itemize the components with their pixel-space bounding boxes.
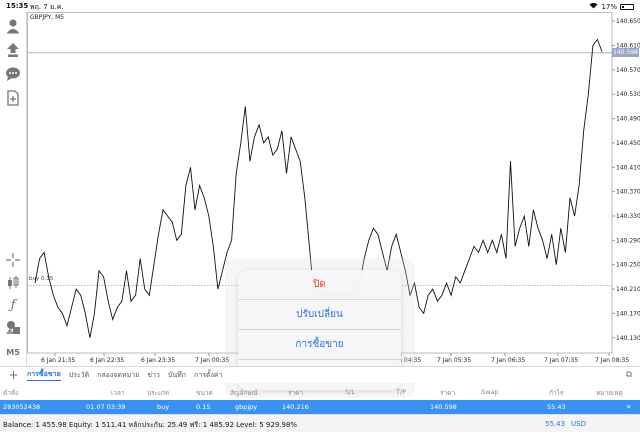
x-tick-label: 6 Jan 22:35 xyxy=(90,357,124,364)
x-tick-label: 7 Jan 07:35 xyxy=(544,357,578,364)
layout-icon[interactable]: ⧉ xyxy=(626,370,632,380)
candles-icon[interactable] xyxy=(3,273,23,293)
col-swap: Swap xyxy=(481,388,499,396)
status-time: 15:35 xyxy=(6,2,29,10)
chat-icon[interactable] xyxy=(3,64,23,84)
status-right: 17% xyxy=(589,2,634,11)
balance-text: Balance: 1 455.98 Equity: 1 511.41 หลักป… xyxy=(3,421,298,429)
current-price-tag: 140.598 xyxy=(612,48,639,58)
cell-size: 0.15 xyxy=(196,403,211,411)
y-tick-label: 140.530 xyxy=(616,91,640,98)
y-tick-label: 140.370 xyxy=(616,189,640,196)
y-tick-label: 140.290 xyxy=(616,237,640,244)
col-type: ประเภท xyxy=(147,389,169,397)
timeframe-button[interactable]: M5 xyxy=(3,342,23,362)
col-symbol: สัญลักษณ์ xyxy=(230,389,258,397)
battery-icon xyxy=(620,3,634,10)
y-tick-label: 140.490 xyxy=(616,116,640,123)
total-profit: 55.43 xyxy=(545,420,566,428)
tab-settings[interactable]: การตั้งค่า xyxy=(194,370,223,381)
orders-table-header: คำสั่ง เวลา ประเภท ขนาด สัญลักษณ์ ราคา S… xyxy=(0,384,640,400)
chart-symbol-title: GBPJPY, M5 xyxy=(30,14,65,21)
trade-button[interactable]: การซื้อขาย xyxy=(238,330,401,360)
y-axis: 140.650140.610140.570140.530140.490140.4… xyxy=(612,18,640,342)
trade-icon[interactable] xyxy=(3,40,23,60)
account-icon[interactable] xyxy=(3,16,23,36)
tab-trade[interactable]: การซื้อขาย xyxy=(27,369,61,381)
tab-history[interactable]: ประวัติ xyxy=(69,370,89,381)
col-open-price: ราคา xyxy=(288,389,304,397)
crosshair-icon[interactable] xyxy=(3,250,23,270)
cell-type: buy xyxy=(157,403,170,411)
close-order-icon[interactable]: ✕ xyxy=(626,403,631,411)
y-tick-label: 140.250 xyxy=(616,262,640,269)
tab-journal[interactable]: บันทึก xyxy=(168,370,186,381)
modify-position-button[interactable]: ปรับเปลี่ยน xyxy=(238,300,401,330)
tab-mailbox[interactable]: กล่องจดหมาย xyxy=(97,370,139,381)
y-tick-label: 140.130 xyxy=(616,335,640,342)
wifi-icon xyxy=(589,2,598,11)
cell-symbol: gbpjpy xyxy=(235,403,258,411)
function-icon[interactable]: ƒ xyxy=(3,295,23,315)
x-tick-label: 6 Jan 23:35 xyxy=(141,357,175,364)
table-row[interactable]: 283052438 01.07 03:39 buy 0.15 gbpjpy 14… xyxy=(0,400,640,414)
y-tick-label: 140.210 xyxy=(616,286,640,293)
battery-percent: 17% xyxy=(601,2,617,11)
col-order: คำสั่ง xyxy=(3,389,19,397)
cell-order: 283052438 xyxy=(3,403,41,411)
col-profit: กำไร xyxy=(549,389,564,397)
y-tick-label: 140.450 xyxy=(616,140,640,147)
col-comment: หมายเหตุ xyxy=(596,389,623,397)
cell-open-price: 140.216 xyxy=(282,403,309,411)
x-tick-label: 6 Jan 21:35 xyxy=(41,357,75,364)
account-summary: Balance: 1 455.98 Equity: 1 511.41 หลักป… xyxy=(0,414,640,432)
y-tick-label: 140.410 xyxy=(616,164,640,171)
col-sl: S/L xyxy=(345,388,355,396)
cell-time: 01.07 03:39 xyxy=(86,403,126,411)
y-tick-label: 140.650 xyxy=(616,18,640,25)
x-tick-label: 7 Jan 08:35 xyxy=(595,357,629,364)
col-time: เวลา xyxy=(111,389,125,397)
col-tp: T/P xyxy=(396,388,407,396)
objects-icon[interactable] xyxy=(3,317,23,337)
x-tick-label: 7 Jan 06:35 xyxy=(491,357,525,364)
y-tick-label: 140.330 xyxy=(616,213,640,220)
tab-news[interactable]: ข่าว xyxy=(147,370,160,381)
add-icon[interactable]: + xyxy=(0,368,27,382)
cell-profit: 55.43 xyxy=(547,403,566,411)
add-document-icon[interactable] xyxy=(3,88,23,108)
col-price: ราคา xyxy=(440,389,456,397)
position-label: buy 0.15 xyxy=(29,276,54,283)
close-position-button[interactable]: ปิด xyxy=(238,270,401,300)
col-size: ขนาด xyxy=(196,389,213,397)
terminal-tabs: + การซื้อขาย ประวัติ กล่องจดหมาย ข่าว บั… xyxy=(0,366,640,383)
chart-toolbar: ƒ M5 xyxy=(0,12,27,366)
cell-price: 140.598 xyxy=(430,403,457,411)
y-tick-label: 140.170 xyxy=(616,310,640,317)
y-tick-label: 140.570 xyxy=(616,67,640,74)
x-tick-label: 7 Jan 05:35 xyxy=(437,357,471,364)
profit-currency: USD xyxy=(571,420,586,428)
status-bar: 15:35 พฤ. 7 ม.ค. 17% xyxy=(0,0,640,12)
